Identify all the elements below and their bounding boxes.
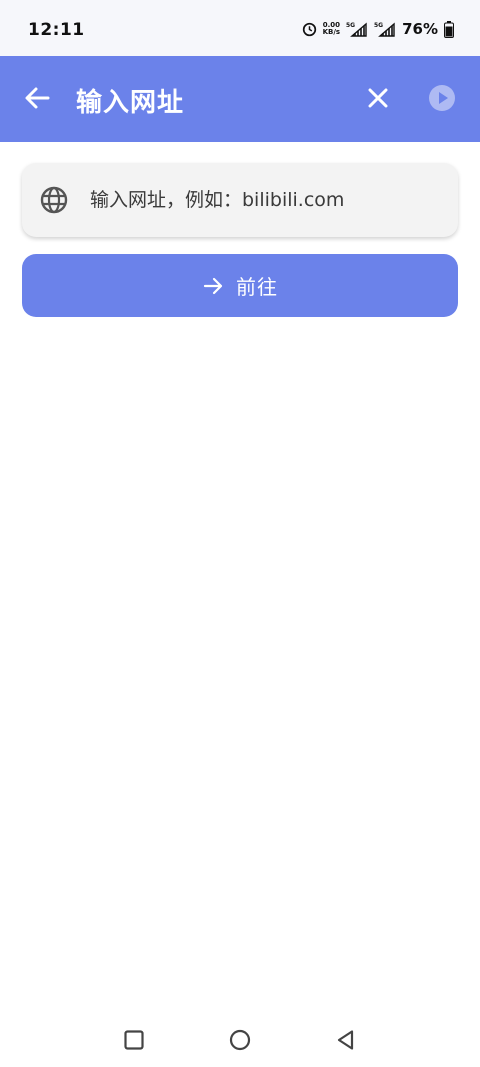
page-title: 输入网址	[76, 88, 185, 118]
status-time: 12:11	[28, 20, 85, 40]
close-icon	[368, 88, 388, 108]
signal-icon-sim1: 5G	[346, 21, 368, 37]
recent-apps-button[interactable]	[122, 1028, 146, 1052]
back-button[interactable]	[20, 80, 56, 116]
home-button[interactable]	[228, 1028, 252, 1052]
signal-icon-sim2: 5G	[374, 21, 396, 37]
app-bar: 输入网址	[0, 56, 480, 142]
circle-icon	[229, 1029, 251, 1051]
sim2-label: 5G	[374, 22, 383, 29]
system-back-button[interactable]	[334, 1028, 358, 1052]
alarm-icon	[302, 22, 317, 37]
sim1-label: 5G	[346, 22, 355, 29]
url-input[interactable]	[90, 183, 440, 217]
status-bar: 12:11 0.00 KB/s 5G 5G 76%	[0, 0, 480, 56]
play-button[interactable]	[426, 82, 458, 114]
net-speed-unit: KB/s	[322, 28, 341, 36]
play-circle-icon	[429, 85, 455, 111]
arrow-left-icon	[25, 87, 50, 109]
clear-button[interactable]	[362, 82, 394, 114]
square-icon	[124, 1030, 144, 1050]
battery-icon	[444, 20, 454, 38]
globe-icon	[40, 186, 68, 214]
url-input-card[interactable]	[22, 163, 458, 237]
battery-percent: 76%	[402, 20, 438, 38]
triangle-back-icon	[337, 1030, 354, 1050]
arrow-right-icon	[203, 277, 223, 294]
go-button-label: 前往	[236, 275, 278, 299]
net-speed: 0.00 KB/s	[323, 22, 340, 36]
system-nav-bar	[0, 1010, 480, 1067]
go-button[interactable]: 前往	[22, 254, 458, 317]
status-icons: 0.00 KB/s 5G 5G 76%	[302, 20, 454, 38]
